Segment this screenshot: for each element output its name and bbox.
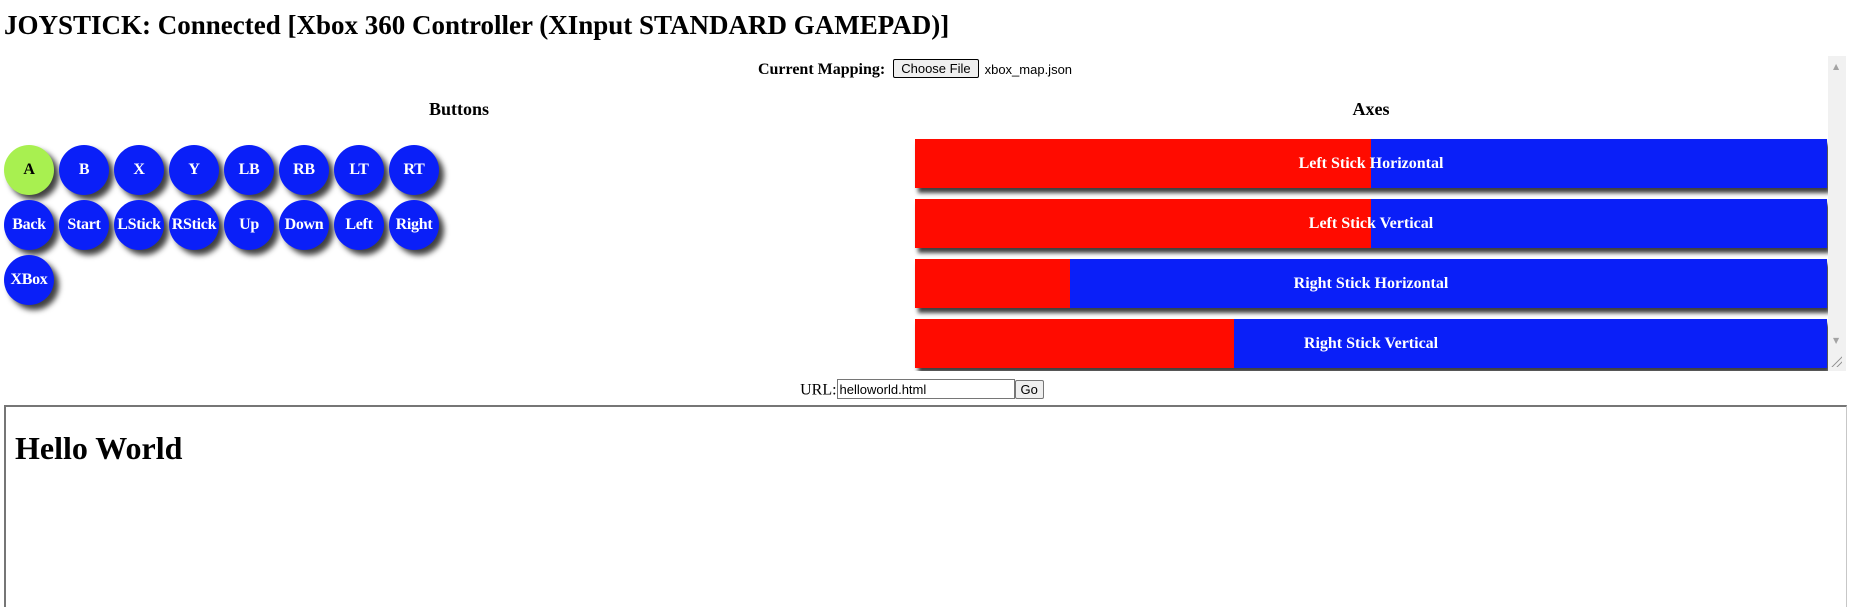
frame-heading: Hello World bbox=[15, 430, 183, 466]
controller-button: A bbox=[4, 145, 54, 195]
controller-button: RStick bbox=[169, 200, 219, 250]
controller-button: X bbox=[114, 145, 164, 195]
controller-button: Up bbox=[224, 200, 274, 250]
mapping-file-name: xbox_map.json bbox=[984, 62, 1073, 77]
go-button[interactable]: Go bbox=[1014, 379, 1044, 399]
axis-label: Right Stick Vertical bbox=[1303, 334, 1439, 352]
controller-button: XBox bbox=[4, 255, 54, 305]
controller-button: RT bbox=[389, 145, 439, 195]
controller-button: LStick bbox=[114, 200, 164, 250]
controller-button: Back bbox=[4, 200, 54, 250]
url-label: URL: bbox=[800, 381, 837, 399]
axis-bar: Right Stick Horizontal bbox=[915, 259, 1827, 308]
controller-panel[interactable]: Current Mapping: Choose File xbox_map.js… bbox=[0, 56, 1844, 371]
controller-button: RB bbox=[279, 145, 329, 195]
controller-button: Down bbox=[279, 200, 329, 250]
controller-button: LB bbox=[224, 145, 274, 195]
mapping-row: Current Mapping: Choose File xbox_map.js… bbox=[0, 59, 1830, 79]
url-input[interactable] bbox=[836, 379, 1015, 399]
choose-file-button[interactable]: Choose File bbox=[893, 59, 979, 78]
panel-scrollbar[interactable]: ▲ ▼ bbox=[1828, 56, 1846, 371]
axis-label: Left Stick Vertical bbox=[1308, 214, 1434, 232]
axis-label: Left Stick Horizontal bbox=[1298, 154, 1444, 172]
scroll-down-arrow-icon[interactable]: ▼ bbox=[1833, 336, 1839, 345]
axis-bar: Right Stick Vertical bbox=[915, 319, 1827, 368]
controller-button: B bbox=[59, 145, 109, 195]
scroll-up-arrow-icon[interactable]: ▲ bbox=[1833, 62, 1839, 71]
joystick-status: JOYSTICK: Connected [Xbox 360 Controller… bbox=[4, 10, 950, 40]
url-bar: URL: Go bbox=[0, 379, 1844, 400]
controller-button: LT bbox=[334, 145, 384, 195]
content-frame[interactable]: Hello World bbox=[4, 405, 1847, 607]
mapping-label: Current Mapping: bbox=[757, 61, 886, 78]
axis-bar: Left Stick Vertical bbox=[915, 199, 1827, 248]
buttons-heading: Buttons bbox=[428, 99, 490, 119]
controller-button: Left bbox=[334, 200, 384, 250]
axis-label: Right Stick Horizontal bbox=[1293, 274, 1449, 292]
resize-grip-icon[interactable] bbox=[1830, 355, 1842, 367]
controller-button: Start bbox=[59, 200, 109, 250]
axis-bar: Left Stick Horizontal bbox=[915, 139, 1827, 188]
controller-button: Right bbox=[389, 200, 439, 250]
controller-button: Y bbox=[169, 145, 219, 195]
axes-heading: Axes bbox=[1352, 99, 1390, 119]
